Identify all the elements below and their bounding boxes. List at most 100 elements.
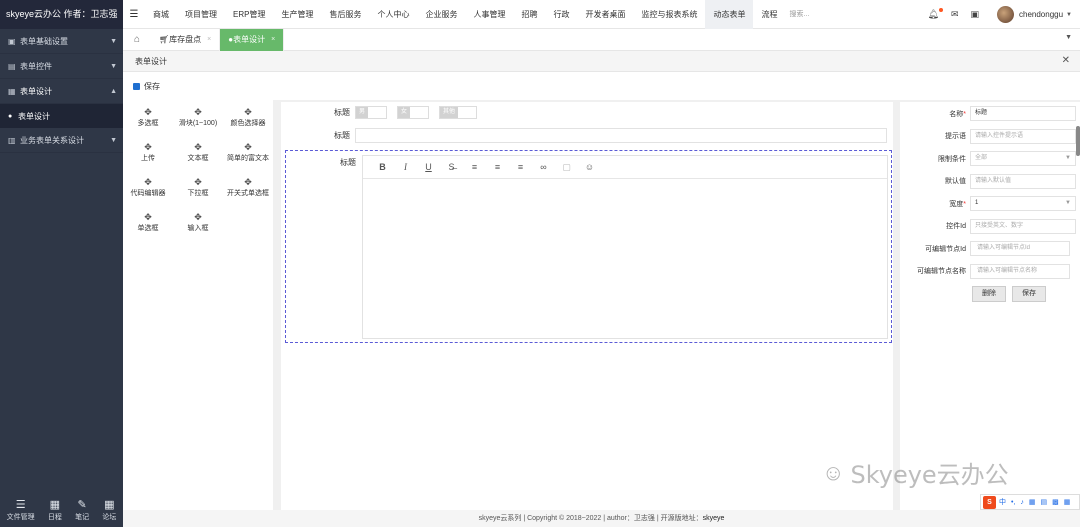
underline-icon[interactable]: U: [417, 162, 440, 172]
palette-item[interactable]: ✥ 文本框: [173, 141, 223, 163]
align-center-icon[interactable]: ≡: [486, 162, 509, 172]
property-input[interactable]: 请输入可编辑节点Id: [970, 241, 1070, 256]
palette-item[interactable]: ✥ 简单的富文本: [223, 141, 273, 163]
nav-item-monitor-report[interactable]: 监控与报表系统: [633, 0, 705, 29]
property-input[interactable]: 请输入可编辑节点名称: [970, 263, 1070, 279]
radio-field-row[interactable]: 标题 男 女 其他: [281, 106, 487, 119]
delete-button[interactable]: 删除: [972, 286, 1006, 302]
close-icon[interactable]: ×: [271, 36, 275, 43]
sidebar-item-form-controls[interactable]: ▤ 表单控件 ▼: [0, 54, 123, 79]
sidebar-item-business-form-relation[interactable]: ▥ 业务表单关系设计 ▼: [0, 128, 123, 153]
username[interactable]: chendonggu: [1019, 10, 1063, 19]
nav-item-dynamic-form[interactable]: 动态表单: [705, 0, 754, 29]
search-input[interactable]: 搜索...: [785, 9, 875, 19]
align-left-icon[interactable]: ≡: [463, 162, 486, 172]
text-input[interactable]: [355, 128, 887, 143]
field-label: 标题: [340, 158, 356, 167]
brand-title: skyeye云办公 作者：卫志强: [0, 0, 123, 29]
radio-option-other[interactable]: 其他: [439, 106, 478, 119]
ime-tool-icon[interactable]: 中: [999, 497, 1006, 507]
ime-tool-icon[interactable]: ▦: [1029, 498, 1036, 506]
ime-tool-icon[interactable]: ♪: [1020, 499, 1024, 506]
property-value: 请输入控件提示语: [975, 132, 1024, 139]
align-right-icon[interactable]: ≡: [509, 162, 532, 172]
palette-item[interactable]: ✥ 颜色选择器: [223, 106, 273, 128]
palette-item[interactable]: ✥ 多选框: [123, 106, 173, 128]
nav-item-recruit[interactable]: 招聘: [513, 0, 545, 29]
italic-icon[interactable]: I: [394, 162, 417, 172]
schedule-button[interactable]: ▦ 日程: [48, 499, 62, 522]
palette-item[interactable]: ✥ 输入框: [173, 211, 223, 233]
nav-item-project[interactable]: 项目管理: [177, 0, 225, 29]
save-button[interactable]: 保存: [1012, 286, 1046, 302]
menu-toggle-icon[interactable]: ☰: [123, 9, 145, 20]
avatar[interactable]: [997, 6, 1014, 23]
palette-item[interactable]: ✥ 代码编辑器: [123, 176, 173, 198]
property-input[interactable]: 请输入控件提示语: [970, 128, 1076, 144]
bell-icon[interactable]: 🔔︎: [928, 8, 943, 20]
sidebar-item-form-basic-settings[interactable]: ▣ 表单基础设置 ▼: [0, 29, 123, 54]
sidebar-subitem-form-design[interactable]: ● 表单设计: [0, 104, 123, 128]
link-icon[interactable]: ∞: [532, 162, 555, 172]
property-row: 可编辑节点Id 请输入可编辑节点Id: [900, 241, 1070, 256]
palette-item-label: 输入框: [187, 225, 209, 232]
unlink-icon[interactable]: ▢: [555, 162, 578, 173]
nav-item-hr[interactable]: 人事管理: [465, 0, 513, 29]
forum-button[interactable]: ▦ 论坛: [102, 499, 116, 522]
save-button[interactable]: 保存: [133, 81, 160, 92]
ime-tool-icon[interactable]: •,: [1011, 499, 1015, 506]
property-select[interactable]: 1 ▼: [970, 196, 1076, 211]
palette-item[interactable]: ✥ 上传: [123, 141, 173, 163]
rich-text-editor[interactable]: B I U S̶ ≡ ≡ ≡ ∞ ▢ ☺: [362, 155, 888, 339]
close-icon[interactable]: ×: [207, 36, 211, 43]
window-icon[interactable]: ▣: [970, 9, 979, 20]
property-row: 限制条件 全部 ▼: [900, 151, 1076, 166]
ime-tool-icon[interactable]: ▤: [1041, 498, 1048, 506]
sogou-logo-icon[interactable]: S: [983, 495, 996, 509]
chevron-down-icon[interactable]: ▼: [1066, 12, 1072, 18]
emoji-icon[interactable]: ☺: [578, 162, 601, 172]
footer-link[interactable]: skyeye: [703, 515, 725, 522]
tab-form-design[interactable]: ● 表单设计 ×: [220, 28, 285, 51]
mail-icon[interactable]: ✉: [951, 9, 959, 20]
wechat-icon: ☺: [822, 459, 845, 485]
scrollbar[interactable]: [1076, 126, 1080, 156]
notes-button[interactable]: ✎ 笔记: [75, 499, 89, 522]
sidebar-item-form-design[interactable]: ▦ 表单设计 ▲: [0, 79, 123, 104]
palette-grid: ✥ 多选框 ✥ 滑块(1~100) ✥ 颜色选择器 ✥ 上传 ✥ 文本框 ✥ 简单的富文本 ✥ 代码编辑器…: [123, 100, 273, 233]
close-icon[interactable]: ✕: [1062, 55, 1070, 66]
property-input[interactable]: 请输入默认值: [970, 173, 1076, 189]
palette-item[interactable]: ✥ 开关式单选框: [223, 176, 273, 198]
property-input[interactable]: 标题: [970, 106, 1076, 121]
nav-item-erp[interactable]: ERP管理: [225, 0, 273, 29]
nav-item-enterprise-service[interactable]: 企业服务: [417, 0, 465, 29]
control-palette: ✥ 多选框 ✥ 滑块(1~100) ✥ 颜色选择器 ✥ 上传 ✥ 文本框 ✥ 简单的富文本 ✥ 代码编辑器…: [123, 100, 273, 510]
palette-item[interactable]: ✥ 下拉框: [173, 176, 223, 198]
form-canvas[interactable]: 标题 男 女 其他 标题 标题 B I U S̶ ≡ ≡ ≡ ∞ ▢ ☺: [281, 102, 893, 510]
tab-inventory-check[interactable]: 🛒︎ 库存盘点 ×: [151, 28, 221, 51]
ime-tool-icon[interactable]: ▦: [1064, 498, 1071, 506]
property-select[interactable]: 全部 ▼: [970, 151, 1076, 166]
nav-item-dev-desktop[interactable]: 开发者桌面: [577, 0, 633, 29]
nav-item-workflow[interactable]: 流程: [753, 0, 785, 29]
radio-option-male[interactable]: 男: [355, 106, 388, 119]
radio-option-female[interactable]: 女: [397, 106, 430, 119]
nav-item-admin[interactable]: 行政: [545, 0, 577, 29]
home-icon[interactable]: ⌂: [123, 34, 151, 45]
text-field-row[interactable]: 标题: [281, 128, 887, 143]
bold-icon[interactable]: B: [371, 162, 394, 172]
nav-item-mall[interactable]: 商城: [145, 0, 177, 29]
palette-item[interactable]: ✥ 单选框: [123, 211, 173, 233]
ime-tool-icon[interactable]: ▩: [1052, 498, 1059, 506]
chevron-down-icon[interactable]: ▼: [1065, 34, 1072, 41]
property-input[interactable]: 只接受英文、数字: [970, 218, 1076, 234]
nav-item-production[interactable]: 生产管理: [273, 0, 321, 29]
strikethrough-icon[interactable]: S̶: [440, 162, 463, 172]
nav-item-after-sales[interactable]: 售后服务: [321, 0, 369, 29]
nav-item-personal-center[interactable]: 个人中心: [369, 0, 417, 29]
sidebar-item-label: 表单基础设置: [20, 36, 68, 46]
rich-text-field-row[interactable]: 标题 B I U S̶ ≡ ≡ ≡ ∞ ▢ ☺: [285, 150, 892, 343]
file-manager-button[interactable]: ☰ 文件管理: [7, 499, 35, 522]
palette-item[interactable]: ✥ 滑块(1~100): [173, 106, 223, 128]
radio-option-label: 女: [398, 107, 411, 118]
